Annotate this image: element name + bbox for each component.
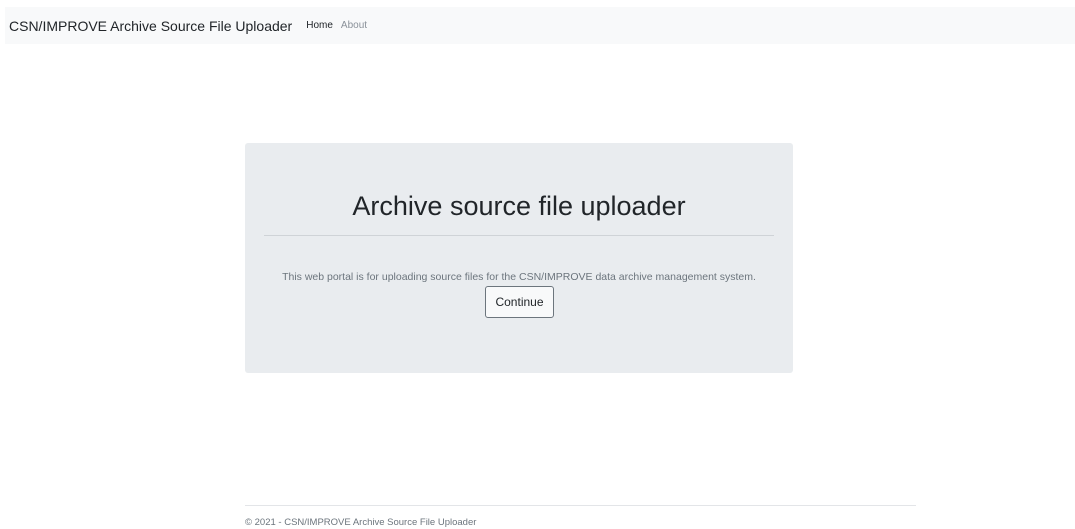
continue-button[interactable]: Continue: [485, 286, 554, 318]
divider: [264, 235, 774, 236]
jumbotron: Archive source file uploader This web po…: [245, 143, 793, 373]
page-title: Archive source file uploader: [352, 191, 686, 221]
portal-description: This web portal is for uploading source …: [282, 270, 756, 283]
navbar-brand[interactable]: CSN/IMPROVE Archive Source File Uploader: [9, 18, 292, 34]
nav-link-about[interactable]: About: [341, 20, 367, 31]
navbar: CSN/IMPROVE Archive Source File Uploader…: [5, 7, 1075, 44]
footer-divider: [245, 505, 916, 506]
nav-link-home[interactable]: Home: [306, 20, 333, 31]
footer-copyright: © 2021 - CSN/IMPROVE Archive Source File…: [245, 517, 477, 528]
